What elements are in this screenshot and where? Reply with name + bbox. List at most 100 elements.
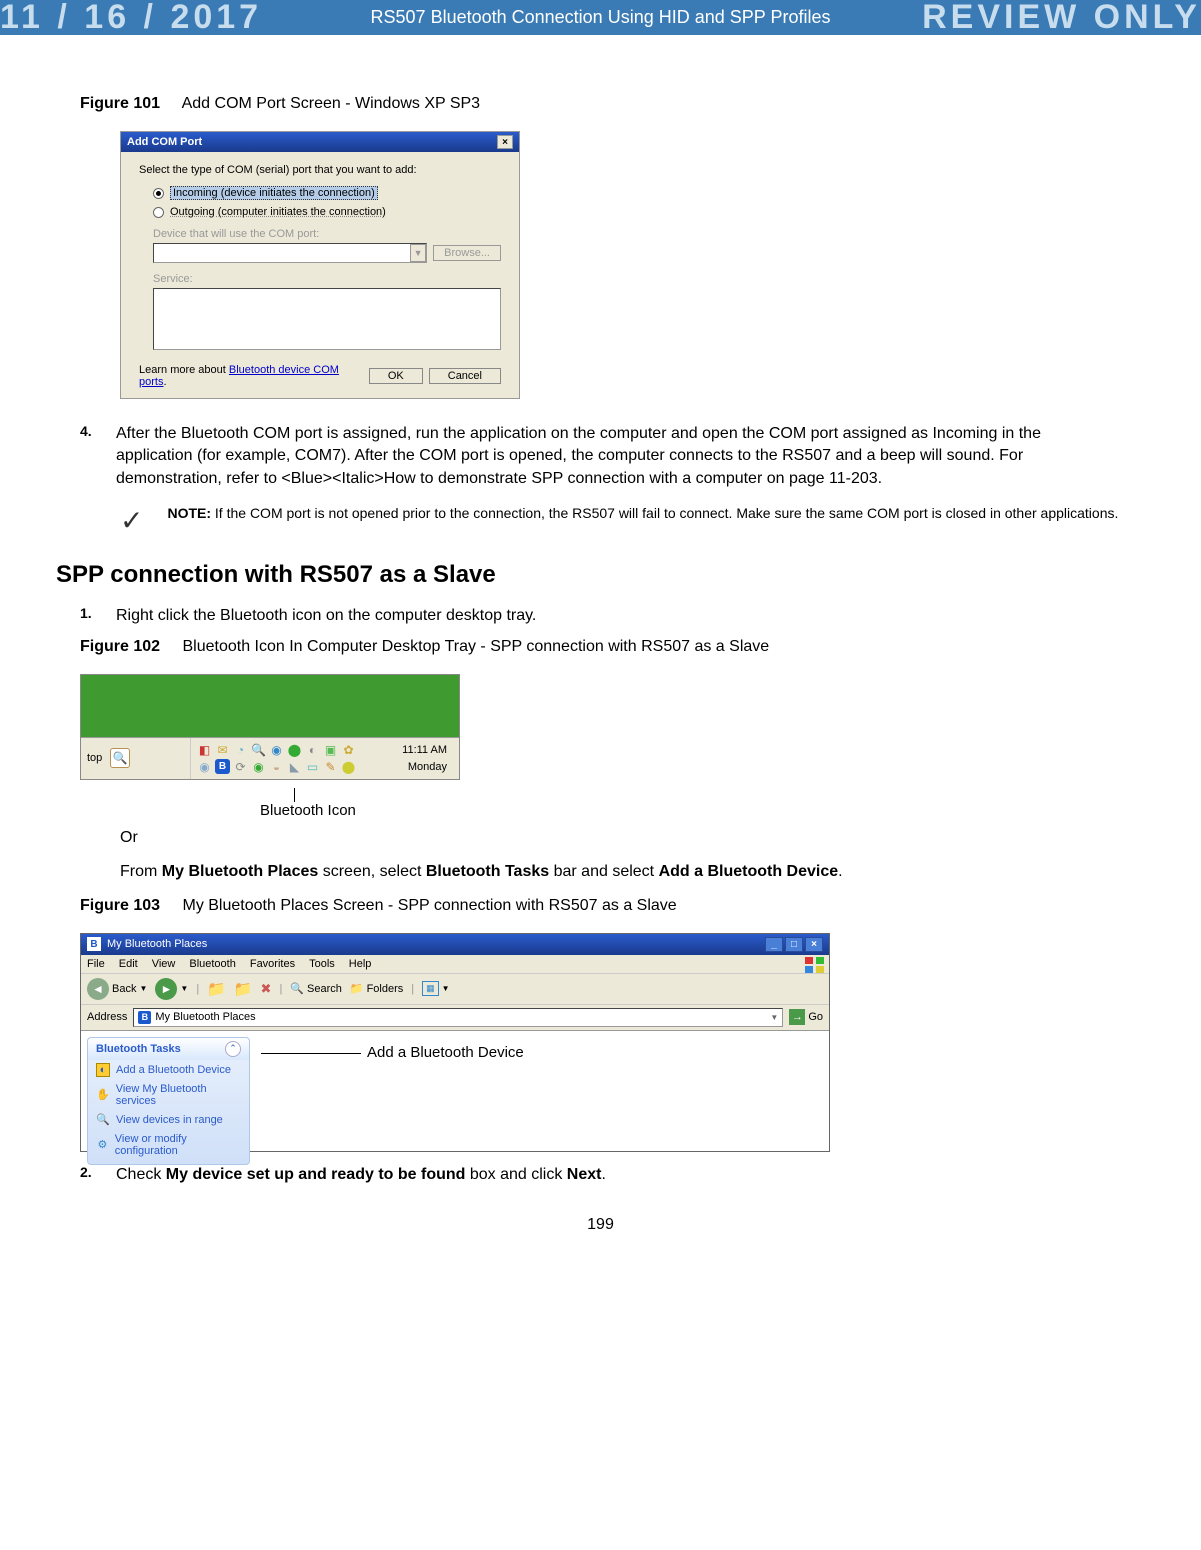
go-button[interactable]: → Go — [789, 1009, 823, 1025]
bluetooth-tasks-panel: Bluetooth Tasks ⌃ ◐ Add a Bluetooth Devi… — [87, 1037, 250, 1165]
menu-help[interactable]: Help — [349, 958, 372, 970]
chevron-down-icon: ▼ — [770, 1013, 778, 1022]
step-4-num: 4. — [80, 423, 100, 490]
figure-101-label: Figure 101 — [80, 95, 160, 112]
tray-icon[interactable]: ◉ — [197, 759, 212, 774]
menu-bluetooth[interactable]: Bluetooth — [189, 958, 235, 970]
back-button[interactable]: ◄ Back ▼ — [87, 978, 147, 1000]
taskbar: top 🔍 ◧ ✉ ◔ 🔍 ◉ ⬤ ◐ ▣ ✿ 11:11 AM ◉ — [81, 737, 459, 779]
tab-text: top — [87, 752, 102, 764]
close-icon[interactable]: × — [497, 135, 513, 149]
tray-icon[interactable]: ▭ — [305, 759, 320, 774]
separator: | — [411, 983, 414, 995]
delete-button[interactable]: ✖ — [261, 981, 272, 997]
tray-icon[interactable]: ⟳ — [233, 759, 248, 774]
task-modify-config[interactable]: ⚙ View or modify configuration — [88, 1130, 249, 1160]
views-icon: ▦ — [422, 981, 439, 996]
panel-title: Bluetooth Tasks — [96, 1043, 181, 1055]
device-label: Device that will use the COM port: — [153, 228, 501, 240]
figure-103-label: Figure 103 — [80, 897, 160, 914]
watermark-date: 11 / 16 / 2017 — [0, 0, 262, 35]
tray-icon[interactable]: ◐ — [305, 742, 320, 757]
note-body: If the COM port is not opened prior to t… — [215, 505, 1118, 521]
task-view-range[interactable]: 🔍 View devices in range — [88, 1110, 249, 1130]
section-heading: SPP connection with RS507 as a Slave — [56, 561, 1121, 589]
folder-up-icon: 📁 — [207, 980, 226, 998]
minimize-button[interactable]: _ — [765, 937, 783, 952]
menu-favorites[interactable]: Favorites — [250, 958, 295, 970]
note-block: ✓ NOTE: If the COM port is not opened pr… — [120, 504, 1121, 537]
address-bar: Address B My Bluetooth Places ▼ → Go — [81, 1005, 829, 1031]
dialog-titlebar: Add COM Port × — [121, 132, 519, 152]
task-view-services[interactable]: ✋ View My Bluetooth services — [88, 1080, 249, 1110]
dialog-title: Add COM Port — [127, 136, 202, 148]
radio-incoming-row: Incoming (device initiates the connectio… — [153, 186, 501, 200]
bluetooth-icon[interactable]: B — [215, 759, 230, 774]
tray-icon[interactable]: ◉ — [251, 759, 266, 774]
tray-icon[interactable]: ⬤ — [341, 759, 356, 774]
views-button[interactable]: ▦ ▼ — [422, 981, 449, 996]
address-label: Address — [87, 1011, 127, 1023]
device-combo[interactable]: ▼ — [153, 243, 427, 263]
figure-101-text: Add COM Port Screen - Windows XP SP3 — [182, 95, 480, 112]
step-2-num: 2. — [80, 1164, 100, 1186]
folders-button[interactable]: 📁 — [234, 980, 253, 998]
add-device-callout: Add a Bluetooth Device — [367, 1044, 524, 1061]
collapse-icon[interactable]: ⌃ — [225, 1041, 241, 1057]
search-button[interactable]: 🔍 Search — [290, 982, 342, 995]
menu-file[interactable]: File — [87, 958, 105, 970]
forward-button[interactable]: ► ▼ — [155, 978, 188, 1000]
tray-icon[interactable]: ◒ — [269, 759, 284, 774]
browse-button[interactable]: Browse... — [433, 245, 501, 261]
cancel-button[interactable]: Cancel — [429, 368, 501, 384]
tray-icon[interactable]: 🔍 — [251, 742, 266, 757]
tray-icon[interactable]: ◔ — [233, 742, 248, 757]
window-title: My Bluetooth Places — [107, 938, 207, 950]
search-icon[interactable]: 🔍 — [110, 748, 130, 768]
tray-icon[interactable]: ✉ — [215, 742, 230, 757]
tray-icon[interactable]: ▣ — [323, 742, 338, 757]
tray-icon[interactable]: ✿ — [341, 742, 356, 757]
radio-incoming[interactable] — [153, 188, 164, 199]
dialog-prompt: Select the type of COM (serial) port tha… — [139, 164, 501, 176]
service-listbox[interactable] — [153, 288, 501, 350]
dialog-body: Select the type of COM (serial) port tha… — [121, 152, 519, 398]
address-input[interactable]: B My Bluetooth Places ▼ — [133, 1008, 783, 1027]
tray-icon[interactable]: ◧ — [197, 742, 212, 757]
radio-outgoing[interactable] — [153, 207, 164, 218]
radio-incoming-label: Incoming (device initiates the connectio… — [170, 186, 378, 200]
step-2-text: Check My device set up and ready to be f… — [116, 1164, 1121, 1186]
step-1: 1. Right click the Bluetooth icon on the… — [80, 605, 1121, 627]
delete-icon: ✖ — [261, 981, 272, 997]
maximize-button[interactable]: □ — [785, 937, 803, 952]
figure-103-caption: Figure 103 My Bluetooth Places Screen - … — [80, 897, 1121, 915]
radio-outgoing-row: Outgoing (computer initiates the connect… — [153, 206, 501, 218]
desktop-tray-screenshot: top 🔍 ◧ ✉ ◔ 🔍 ◉ ⬤ ◐ ▣ ✿ 11:11 AM ◉ — [80, 674, 460, 780]
services-icon: ✋ — [96, 1088, 110, 1102]
folders-toggle[interactable]: 📁 Folders — [350, 982, 403, 995]
explorer-menubar: File Edit View Bluetooth Favorites Tools… — [81, 955, 829, 974]
tray-icon[interactable]: ◉ — [269, 742, 284, 757]
menu-view[interactable]: View — [152, 958, 176, 970]
check-icon: ✓ — [120, 504, 143, 537]
desktop-background — [81, 675, 459, 737]
figure-102-caption: Figure 102 Bluetooth Icon In Computer De… — [80, 638, 1121, 656]
task-add-device[interactable]: ◐ Add a Bluetooth Device — [88, 1060, 249, 1080]
system-tray: ◧ ✉ ◔ 🔍 ◉ ⬤ ◐ ▣ ✿ 11:11 AM ◉ B ⟳ ◉ ◒ — [191, 740, 459, 776]
up-button[interactable]: 📁 — [207, 980, 226, 998]
tray-icon[interactable]: ✎ — [323, 759, 338, 774]
ok-button[interactable]: OK — [369, 368, 423, 384]
menu-tools[interactable]: Tools — [309, 958, 335, 970]
service-label: Service: — [153, 273, 501, 285]
tray-icon[interactable]: ⬤ — [287, 742, 302, 757]
tray-icon[interactable]: ◣ — [287, 759, 302, 774]
add-com-port-dialog: Add COM Port × Select the type of COM (s… — [120, 131, 520, 399]
explorer-titlebar: B My Bluetooth Places _ □ × — [81, 934, 829, 955]
close-button[interactable]: × — [805, 937, 823, 952]
step-1-num: 1. — [80, 605, 100, 627]
separator: | — [196, 983, 199, 995]
learn-more-text: Learn more about Bluetooth device COM po… — [139, 364, 369, 388]
menu-edit[interactable]: Edit — [119, 958, 138, 970]
windows-logo-icon — [805, 957, 825, 975]
folder-icon: 📁 — [234, 980, 253, 998]
